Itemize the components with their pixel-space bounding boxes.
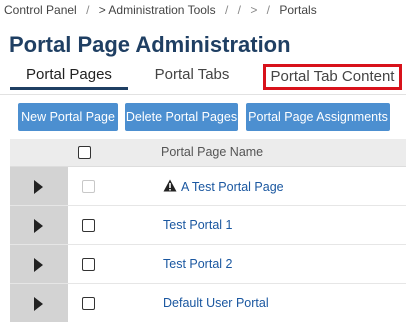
tab-portal-pages[interactable]: Portal Pages	[10, 64, 128, 90]
row-checkbox	[82, 180, 95, 193]
table-row: Default User Portal	[10, 284, 406, 322]
tab-portal-tab-content[interactable]: Portal Tab Content	[263, 64, 402, 90]
breadcrumb-item-administration-tools[interactable]: > Administration Tools	[99, 3, 216, 17]
breadcrumb-separator: /	[86, 3, 90, 17]
table-row: Test Portal 2	[10, 245, 406, 284]
expand-arrow-icon[interactable]	[34, 258, 43, 272]
table-row: A Test Portal Page	[10, 167, 406, 206]
portal-page-assignments-button[interactable]: Portal Page Assignments	[246, 103, 390, 131]
row-checkbox[interactable]	[82, 258, 95, 271]
portal-page-link[interactable]: A Test Portal Page	[163, 179, 284, 195]
page-title: Portal Page Administration	[9, 32, 291, 57]
breadcrumb: Control Panel / > Administration Tools /…	[4, 3, 323, 19]
portal-page-link[interactable]: Test Portal 2	[163, 257, 232, 271]
portal-page-link[interactable]: Test Portal 1	[163, 218, 232, 232]
tab-portal-tabs[interactable]: Portal Tabs	[138, 64, 246, 90]
new-portal-page-button[interactable]: New Portal Page	[18, 103, 118, 131]
column-header-portal-page-name[interactable]: Portal Page Name	[161, 145, 263, 159]
expand-arrow-icon[interactable]	[34, 180, 43, 194]
warning-icon	[163, 179, 177, 195]
breadcrumb-separator: /	[224, 3, 229, 17]
breadcrumb-item-control-panel[interactable]: Control Panel	[4, 3, 77, 17]
portal-page-link[interactable]: Default User Portal	[163, 296, 269, 310]
tab-divider	[0, 94, 406, 95]
portal-pages-table: Portal Page Name A Test Portal Page Test…	[10, 139, 406, 322]
tab-bar: Portal Pages Portal Tabs Portal Tab Cont…	[0, 64, 406, 92]
expand-arrow-icon[interactable]	[34, 219, 43, 233]
breadcrumb-separator: /	[237, 3, 241, 17]
breadcrumb-separator: /	[266, 3, 271, 17]
table-row: Test Portal 1	[10, 206, 406, 245]
breadcrumb-separator: >	[250, 3, 258, 17]
expand-arrow-icon[interactable]	[34, 297, 43, 311]
table-header: Portal Page Name	[10, 139, 406, 167]
row-checkbox[interactable]	[82, 219, 95, 232]
delete-portal-pages-button[interactable]: Delete Portal Pages	[125, 103, 238, 131]
select-all-checkbox[interactable]	[78, 146, 91, 159]
row-checkbox[interactable]	[82, 297, 95, 310]
portal-page-name: A Test Portal Page	[181, 180, 284, 194]
breadcrumb-item-portals[interactable]: Portals	[279, 3, 316, 17]
